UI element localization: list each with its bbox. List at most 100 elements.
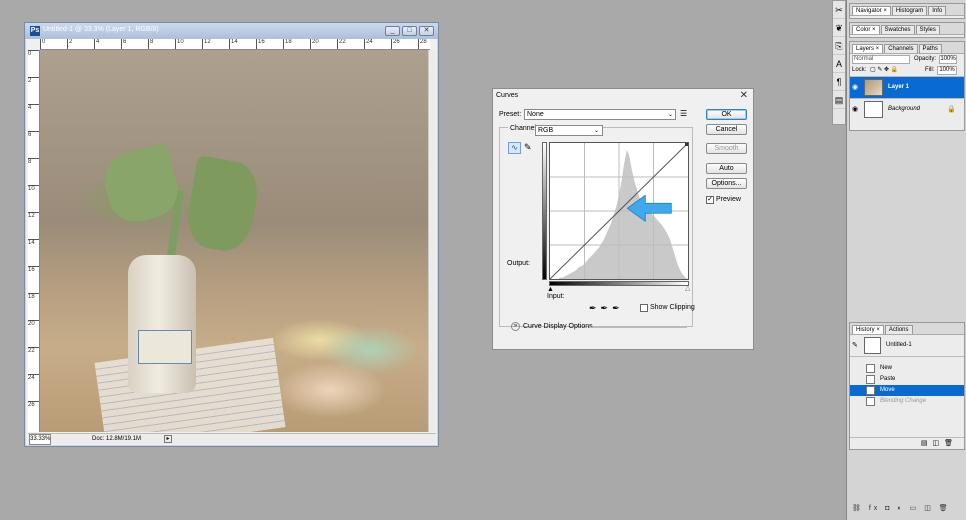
tab-actions[interactable]: Actions: [884, 325, 913, 334]
blend-mode-select[interactable]: Normal: [852, 55, 910, 64]
ruler-tick: 18: [283, 39, 292, 49]
link-layers-icon[interactable]: ⛓: [852, 505, 864, 512]
history-snapshot[interactable]: ✎ Untitled-1: [850, 335, 964, 357]
tab-history[interactable]: History ×: [852, 325, 884, 334]
pencil-tool-icon[interactable]: ✎: [524, 142, 532, 153]
zoom-field[interactable]: 33.33%: [29, 434, 51, 445]
history-brush-icon[interactable]: ✎: [852, 341, 858, 349]
tab-color[interactable]: Color ×: [852, 25, 880, 34]
ruler-tick: 6: [28, 131, 39, 139]
blend-row: Normal Opacity: 100%: [850, 54, 964, 65]
lock-icon: 🔒: [947, 106, 956, 113]
ruler-tick: 4: [94, 39, 99, 49]
eye-icon[interactable]: ◉: [852, 83, 858, 91]
curve-graph-svg: [549, 142, 689, 280]
lock-label: Lock:: [852, 67, 867, 73]
history-state-name: New: [880, 365, 893, 371]
expand-toggle-icon[interactable]: »: [511, 322, 520, 331]
paragraph-icon[interactable]: ¶: [833, 73, 845, 91]
tab-navigator[interactable]: Navigator ×: [852, 6, 891, 15]
white-vase: [128, 255, 196, 393]
lock-icons[interactable]: ▢ ✎ ✥ 🔒: [870, 65, 898, 76]
lock-row: Lock: ▢ ✎ ✥ 🔒 Fill: 100%: [850, 65, 964, 76]
ruler-tick: 16: [28, 266, 39, 274]
new-layer-icon[interactable]: ◫: [924, 505, 934, 512]
character-icon[interactable]: A: [833, 55, 845, 73]
options-button[interactable]: Options...: [706, 178, 747, 189]
tab-label: Navigator: [856, 8, 882, 14]
show-clipping-label: Show Clipping: [650, 304, 695, 311]
vertical-scrollbar[interactable]: [428, 50, 436, 432]
gray-eyedropper-icon[interactable]: ✒: [601, 303, 613, 313]
layer-comps-icon[interactable]: ▤: [833, 91, 845, 109]
smooth-button[interactable]: Smooth: [706, 143, 747, 154]
history-state-move[interactable]: Move: [850, 385, 964, 396]
fx-icon[interactable]: fx: [869, 505, 880, 512]
layer-row-layer-1[interactable]: ◉ Layer 1: [850, 76, 964, 98]
curve-graph[interactable]: [549, 142, 689, 280]
history-state-name: Move: [880, 387, 895, 393]
layer-row-background[interactable]: ◉ Background 🔒: [850, 98, 964, 120]
close-button[interactable]: ✕: [419, 26, 434, 36]
new-document-icon[interactable]: ▤: [921, 440, 933, 447]
delete-layer-icon[interactable]: 🗑: [939, 505, 951, 512]
add-mask-icon[interactable]: ◘: [885, 505, 892, 512]
white-eyedropper-icon[interactable]: ✒: [612, 303, 624, 313]
history-state-new[interactable]: New: [850, 363, 964, 374]
opacity-field[interactable]: 100%: [939, 55, 957, 64]
new-snapshot-icon[interactable]: ◫: [932, 440, 944, 447]
preview-checkbox[interactable]: ✓: [706, 196, 714, 204]
tab-paths[interactable]: Paths: [918, 44, 942, 53]
opacity-label: Opacity:: [914, 56, 937, 62]
history-state-blending-change[interactable]: Blending Change: [850, 396, 964, 407]
curve-endpoint: [685, 143, 688, 146]
tab-channels[interactable]: Channels: [884, 44, 918, 53]
tab-layers[interactable]: Layers ×: [852, 44, 884, 53]
tab-label: History: [856, 327, 875, 333]
auto-button[interactable]: Auto: [706, 163, 747, 174]
black-eyedropper-icon[interactable]: ✒: [589, 303, 601, 313]
ruler-tick: 28: [418, 39, 427, 49]
document-title-bar[interactable]: Ps Untitled-1 @ 33.3% (Layer 1, RGB/8) _…: [25, 23, 438, 39]
status-menu-arrow-icon[interactable]: ▸: [164, 435, 172, 443]
tool-presets-icon[interactable]: ✂: [833, 1, 845, 19]
clone-source-icon[interactable]: ⎘: [833, 37, 845, 55]
eye-icon[interactable]: ◉: [852, 105, 858, 113]
curves-dialog[interactable]: Curves ✕ Preset: None ⌄ ☰ Channel: RGB ⌄…: [492, 88, 754, 350]
divider: [589, 327, 687, 328]
preset-value: None: [527, 111, 544, 118]
output-label: Output:: [507, 260, 530, 267]
trash-icon[interactable]: 🗑: [944, 440, 958, 447]
fill-field[interactable]: 100%: [937, 66, 957, 75]
curve-point-tool-icon[interactable]: ∿: [508, 142, 521, 154]
vertical-ruler[interactable]: 0 2 4 6 8 10 12 14 16 18 20 22 24 26: [28, 50, 40, 432]
adjustment-layer-icon[interactable]: ◐: [897, 505, 904, 512]
tab-histogram[interactable]: Histogram: [891, 6, 928, 15]
brushes-icon[interactable]: ❦: [833, 19, 845, 37]
ruler-tick: 22: [28, 347, 39, 355]
tab-info[interactable]: Info: [928, 6, 947, 15]
channel-select[interactable]: RGB ⌄: [535, 125, 603, 136]
horizontal-ruler[interactable]: 0 2 4 6 8 10 12 14 16 18 20 22 24 26 28: [40, 39, 430, 50]
ruler-tick: 2: [28, 77, 39, 85]
maximize-button[interactable]: □: [402, 26, 417, 36]
ok-button[interactable]: OK: [706, 109, 747, 120]
preset-select[interactable]: None ⌄: [524, 109, 676, 120]
tab-swatches[interactable]: Swatches: [880, 25, 915, 34]
curve-display-options-label[interactable]: Curve Display Options: [523, 323, 593, 330]
layer-thumbnail: [864, 79, 883, 96]
tab-styles[interactable]: Styles: [915, 25, 940, 34]
preset-options-icon[interactable]: ☰: [680, 109, 687, 118]
image-canvas[interactable]: [40, 50, 430, 432]
new-group-icon[interactable]: ▭: [910, 505, 920, 512]
close-icon[interactable]: ✕: [740, 90, 748, 101]
history-state-paste[interactable]: Paste: [850, 374, 964, 385]
show-clipping-checkbox[interactable]: [640, 304, 648, 312]
navigator-panel: Navigator × Histogram Info: [849, 3, 965, 19]
white-point-slider[interactable]: △: [685, 285, 690, 292]
cancel-button[interactable]: Cancel: [706, 124, 747, 135]
history-panel: History × Actions ✎ Untitled-1 New Paste…: [849, 322, 965, 450]
minimize-button[interactable]: _: [385, 26, 400, 36]
document-window[interactable]: Ps Untitled-1 @ 33.3% (Layer 1, RGB/8) _…: [24, 22, 439, 447]
history-state-name: Paste: [880, 376, 896, 382]
